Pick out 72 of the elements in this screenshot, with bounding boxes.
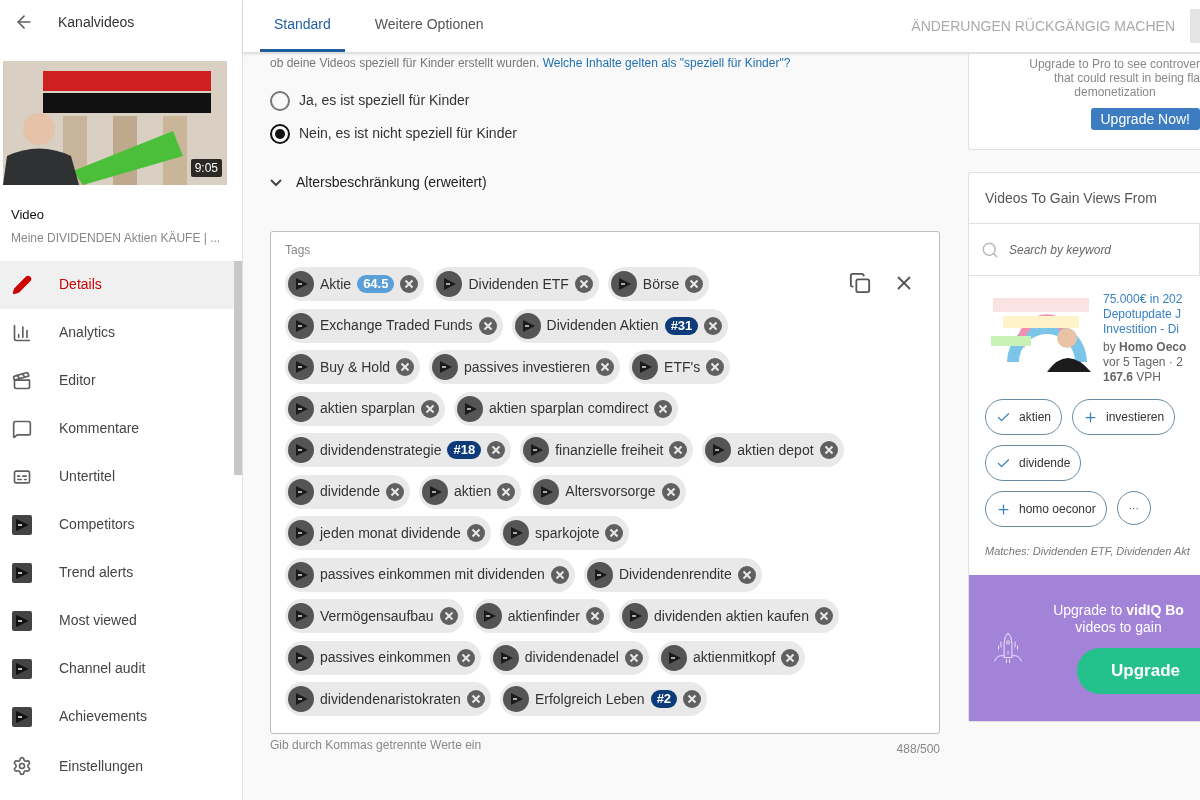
tag-chip[interactable]: finanzielle freiheit xyxy=(520,433,694,467)
radio-label: Nein, es ist nicht speziell für Kinder xyxy=(299,124,517,143)
tag-chip[interactable]: aktienmitkopf xyxy=(657,640,806,675)
sidebar-item[interactable]: Channel audit xyxy=(0,644,234,693)
tag-chip[interactable]: aktienfinder xyxy=(472,599,611,633)
tag-chip[interactable]: aktien sparplan xyxy=(285,391,445,426)
video-title[interactable]: 75.000€ in 202 xyxy=(1103,292,1187,307)
age-restriction-toggle[interactable]: Altersbeschränkung (erweitert) xyxy=(270,172,948,193)
tag-chip[interactable]: Dividendenrendite xyxy=(583,557,762,592)
tag-chip[interactable]: jeden monat dividende xyxy=(285,516,491,550)
duration-label: 9:05 xyxy=(190,159,222,177)
upsell-text: that could result in being fla xyxy=(1053,71,1200,85)
upsell-text: Upgrade to Pro to see controver xyxy=(1029,57,1200,71)
tag-chip[interactable]: passives einkommen xyxy=(285,640,481,675)
tag-chip[interactable]: aktien depot xyxy=(702,433,844,467)
sidebar-item[interactable]: Kommentare xyxy=(0,404,234,453)
field-label: Tags xyxy=(285,242,312,259)
views-per-hour: 167.6 VPH xyxy=(1103,370,1163,385)
tag-chip[interactable]: aktien xyxy=(418,474,522,509)
upgrade-now-button[interactable]: Upgrade Now! xyxy=(1090,108,1200,130)
help-link[interactable]: Welche Inhalte gelten als "speziell für Kinder"? xyxy=(542,56,791,70)
tag-chip[interactable]: Dividenden ETF xyxy=(433,267,599,301)
helper-text: Gib durch Kommas getrennte Werte ein xyxy=(270,737,482,754)
tag-chip[interactable]: Altersvorsorge xyxy=(530,474,686,509)
sidebar-item[interactable]: Trend alerts xyxy=(0,548,234,597)
video-label: Video xyxy=(11,206,45,224)
sidebar-item[interactable]: Competitors xyxy=(0,500,234,549)
sidebar-item[interactable]: Achievements xyxy=(0,692,234,741)
tab[interactable]: Standard xyxy=(260,0,345,52)
audience-description: ob deine Videos speziell für Kinder erstellt wurden. Welche Inhalte gelten als "speziell für Kinder"? xyxy=(270,55,792,72)
tab[interactable]: Weitere Optionen xyxy=(360,0,498,52)
video-title[interactable]: Depotupdate J xyxy=(1103,307,1187,322)
tag-chip[interactable]: passives investieren xyxy=(429,350,621,384)
tag-chip[interactable]: sparkojote xyxy=(499,516,630,550)
score-label: #31 xyxy=(664,316,699,335)
tag-chip[interactable]: Exchange Traded Funds xyxy=(285,308,503,343)
radio-label: Ja, es ist speziell für Kinder xyxy=(299,91,470,110)
page-title: Kanalvideos xyxy=(58,12,135,32)
settings-item[interactable]: Einstellungen xyxy=(0,746,242,786)
search-field[interactable]: Search by keyword xyxy=(1009,240,1179,259)
tag-chip[interactable]: Börse xyxy=(607,267,710,301)
tag-chip[interactable]: Vermögensaufbau xyxy=(285,599,464,633)
tag-chip[interactable]: dividendenstrategie #18 xyxy=(285,433,512,467)
sidebar-item[interactable]: Analytics xyxy=(0,308,234,357)
video-age: vor 5 Tagen · 2 xyxy=(1103,355,1184,370)
tag-chip[interactable]: dividende xyxy=(285,474,410,509)
tag-chip[interactable]: Erfolgreich Leben #2 xyxy=(499,682,708,716)
channel-name: by Homo Oeco xyxy=(1103,340,1187,355)
sidebar-item[interactable]: Details xyxy=(0,260,234,309)
tag-chip[interactable]: passives einkommen mit dividenden xyxy=(285,557,575,592)
tag-chip[interactable]: Aktie 64.5 xyxy=(285,267,425,301)
card-title: Videos To Gain Views From xyxy=(969,173,1200,224)
character-counter: 488/500 xyxy=(896,741,940,758)
score-label: 64.5 xyxy=(357,275,395,293)
tag-chip[interactable]: Buy & Hold xyxy=(285,350,421,384)
tag-chip[interactable]: ETF's xyxy=(629,350,731,384)
boost-text: videos to gain xyxy=(1075,618,1162,636)
score-label: #18 xyxy=(447,441,482,459)
sidebar-item[interactable]: Untertitel xyxy=(0,452,234,501)
boost-text: Upgrade to vidIQ Bo xyxy=(1053,601,1184,619)
tag-chip[interactable]: dividenden aktien kaufen xyxy=(619,599,839,633)
tag-chip[interactable]: dividendenadel xyxy=(489,640,649,675)
video-title: Meine DIVIDENDEN Aktien KÄUFE | ... xyxy=(11,229,222,247)
score-label: #2 xyxy=(650,690,678,708)
upsell-text: demonetization xyxy=(1074,85,1156,99)
matches-text: Matches: Dividenden ETF, Dividenden Akt xyxy=(984,544,1191,559)
tag-chip[interactable]: aktien sparplan comdirect xyxy=(453,391,679,426)
video-title[interactable]: Investition - Di xyxy=(1103,322,1187,337)
sidebar-item[interactable]: Most viewed xyxy=(0,596,234,645)
tag-chip[interactable]: Dividenden Aktien #31 xyxy=(511,308,729,343)
sidebar-item[interactable]: Editor xyxy=(0,356,234,405)
tag-chip[interactable]: dividendenaristokraten xyxy=(285,682,491,716)
